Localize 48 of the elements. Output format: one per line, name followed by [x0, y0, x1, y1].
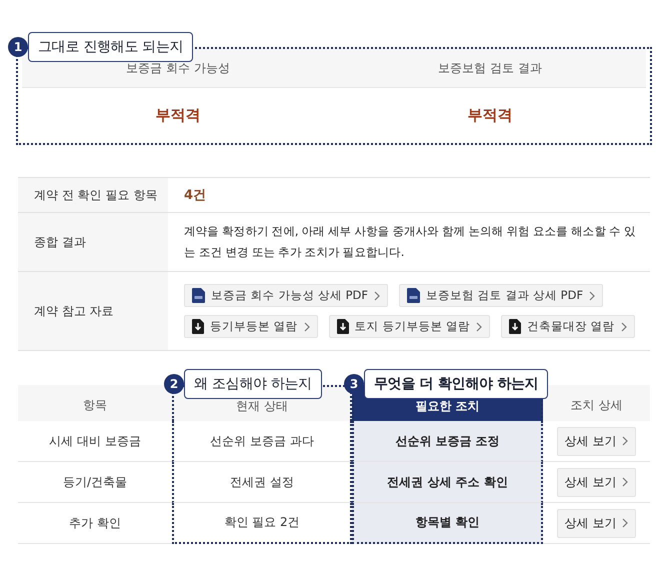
number-badge: 1: [8, 37, 28, 57]
table-cell: 선순위 보증금 조정: [395, 432, 500, 450]
download-icon: [508, 319, 521, 334]
chevron-icon: [476, 322, 482, 332]
callout-label: 그대로 진행해도 되는지: [28, 32, 194, 62]
column-heading: 현재 상태: [236, 398, 288, 414]
chevron-icon: [589, 290, 596, 300]
number-badge: 3: [344, 374, 364, 394]
chevron-icon: [620, 322, 627, 332]
table-cell: 전세권 상세 주소 확인: [387, 474, 508, 490]
callout-label: 무엇을 더 확인해야 하는지: [364, 369, 548, 399]
document-link[interactable]: 보증금 회수 가능성 상세 PDF: [184, 284, 388, 307]
column-heading: 항목: [83, 396, 107, 414]
column-heading: 보증보험 검토 결과: [334, 49, 646, 88]
document-icon: [407, 288, 420, 303]
detail-button[interactable]: 상세 보기: [556, 468, 636, 496]
table-cell: 항목별 확인: [415, 514, 480, 531]
result-value: 부적격: [156, 106, 200, 124]
table-cell: 전세권 설정: [230, 474, 294, 490]
chevron-icon: [622, 518, 628, 528]
document-icon: [192, 288, 205, 303]
document-link[interactable]: 등기부등본 열람: [184, 315, 318, 338]
chevron-icon: [304, 322, 310, 332]
number-badge: 2: [164, 374, 184, 394]
table-cell: 추가 확인: [69, 514, 121, 532]
chevron-icon: [374, 290, 380, 300]
detail-button[interactable]: 상세 보기: [556, 426, 636, 456]
table-cell: 등기/건축물: [62, 474, 128, 490]
table-cell: 선순위 보증금 과다: [210, 432, 314, 450]
count-value: 4건: [184, 187, 206, 204]
column-heading: 필요한 조치: [415, 398, 480, 414]
table-cell: 시세 대비 보증금: [49, 432, 141, 450]
detail-button[interactable]: 상세 보기: [556, 508, 636, 538]
row-label: 종합 결과: [18, 213, 168, 272]
table-cell: 확인 필요 2건: [224, 514, 300, 531]
result-value: 부적격: [468, 106, 512, 124]
chevron-icon: [622, 477, 628, 487]
document-link[interactable]: 보증보험 검토 결과 상세 PDF: [399, 284, 604, 307]
chevron-icon: [622, 436, 628, 446]
document-link[interactable]: 토지 등기부등본 열람: [328, 315, 490, 338]
document-link[interactable]: 건축물대장 열람: [500, 315, 635, 338]
row-label: 계약 참고 자료: [18, 272, 168, 351]
download-icon: [192, 319, 204, 334]
download-icon: [336, 319, 349, 334]
summary-text: 계약을 확정하기 전에, 아래 세부 사항을 중개사와 함께 논의해 위험 요소를 해소할 수 있는 조건 변경 또는 추가 조치가 필요합니다.: [184, 223, 637, 261]
row-label: 계약 전 확인 필요 항목: [18, 178, 168, 213]
callout-label: 왜 조심해야 하는지: [184, 369, 322, 399]
column-heading: 조치 상세: [570, 396, 622, 414]
